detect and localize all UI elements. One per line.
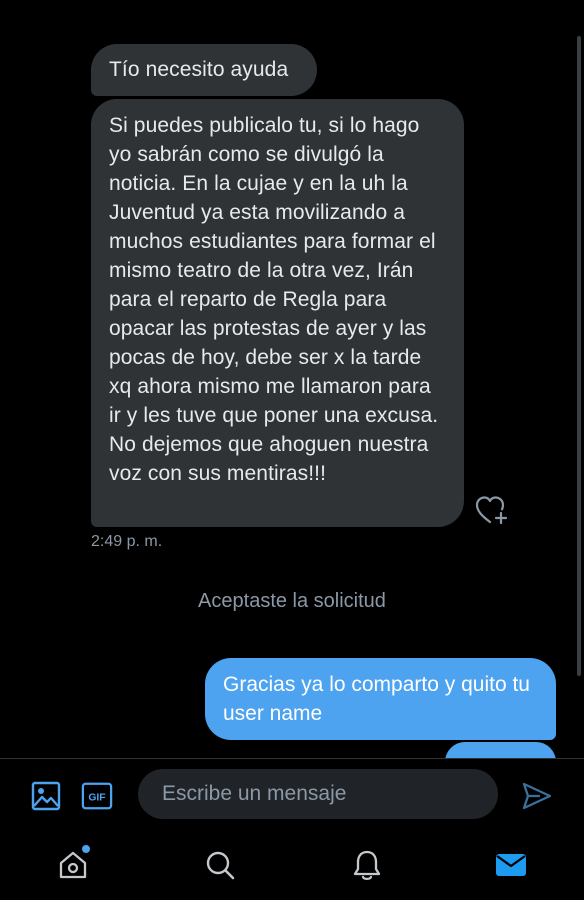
gif-icon[interactable]: GIF (81, 780, 113, 812)
chat-scrollbar[interactable] (577, 36, 581, 676)
mail-icon[interactable] (494, 848, 528, 882)
outgoing-message-bubble-partial[interactable] (445, 742, 556, 758)
incoming-message-bubble[interactable]: Si puedes publicalo tu, si lo hago yo sa… (91, 99, 464, 527)
message-timestamp: 2:49 p. m. (91, 533, 163, 550)
search-icon[interactable] (203, 848, 237, 882)
conversation-view[interactable]: Tío necesito ayuda Si puedes publicalo t… (0, 0, 584, 758)
incoming-message-bubble[interactable]: Tío necesito ayuda (91, 44, 317, 96)
message-composer: GIF Escribe un mensaje (0, 758, 584, 831)
add-reaction-icon[interactable] (474, 494, 510, 526)
request-accepted-notice: Aceptaste la solicitud (198, 590, 386, 612)
outgoing-message-bubble[interactable]: Gracias ya lo comparto y quito tu user n… (205, 658, 556, 740)
image-icon[interactable] (30, 780, 62, 812)
home-icon[interactable] (56, 848, 90, 882)
bell-icon[interactable] (350, 848, 384, 882)
send-icon[interactable] (521, 780, 553, 812)
bottom-tab-bar (0, 830, 584, 900)
message-input[interactable]: Escribe un mensaje (138, 769, 498, 819)
notification-dot (82, 845, 90, 853)
svg-text:GIF: GIF (88, 793, 105, 804)
